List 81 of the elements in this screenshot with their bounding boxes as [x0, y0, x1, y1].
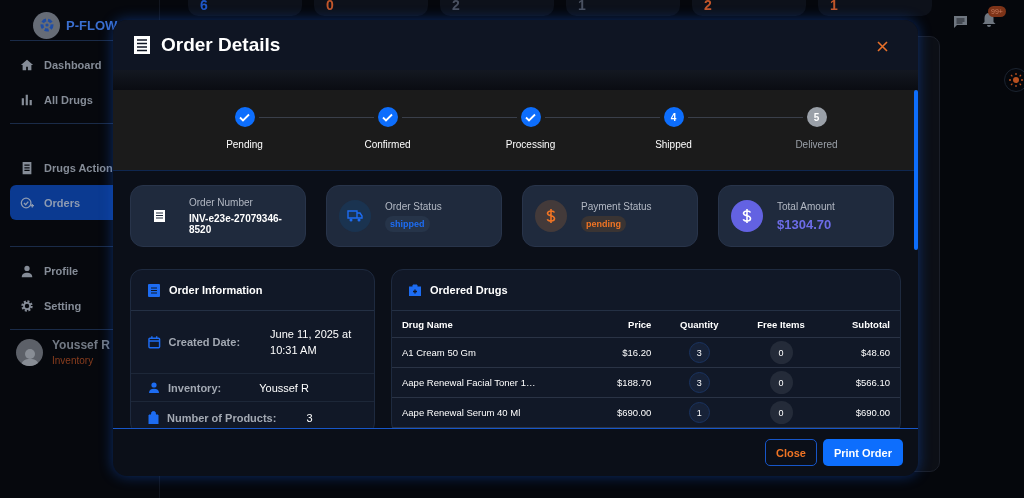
step-label: Pending	[226, 139, 263, 150]
stat-value: 2	[440, 0, 554, 16]
sun-icon[interactable]	[1009, 73, 1023, 87]
sidebar-item[interactable]: Drugs Action	[10, 150, 149, 185]
status-badge: pending	[581, 215, 626, 232]
truck-icon	[339, 200, 371, 232]
chat-icon[interactable]	[953, 14, 968, 29]
bag-icon	[148, 411, 159, 424]
column-header: Free Items	[737, 311, 825, 338]
receipt-icon	[133, 35, 151, 55]
medical-bag-icon	[409, 284, 421, 296]
table-cell: $566.10	[824, 367, 900, 398]
step-number: 5	[806, 107, 827, 127]
dollar-icon	[731, 200, 763, 232]
card-label: Order Status	[385, 200, 442, 212]
close-button[interactable]: Close	[764, 439, 817, 466]
card-label: Total Amount	[777, 200, 835, 212]
chart-icon	[20, 92, 34, 107]
stat-value: 0	[314, 0, 428, 16]
table-cell: $48.60	[824, 337, 900, 368]
sidebar-item[interactable]: Setting	[10, 288, 149, 323]
quantity-badge: 3	[688, 372, 710, 393]
sidebar-item[interactable]: Dashboard	[10, 47, 149, 82]
home-icon	[20, 57, 34, 72]
modal-title: Order Details	[161, 34, 282, 56]
step-label: Confirmed	[364, 139, 411, 150]
stat-value: 6	[188, 0, 302, 16]
sidebar-item[interactable]: All Drugs	[10, 82, 149, 117]
dollar-icon	[535, 200, 567, 232]
column-header: Quantity	[661, 311, 738, 338]
scrollbar[interactable]	[914, 90, 918, 250]
table-cell: $16.20	[590, 337, 662, 368]
user-role: Inventory	[52, 355, 95, 366]
column-header: Drug Name	[392, 311, 591, 338]
quantity-badge: 1	[688, 402, 710, 423]
table-cell: $690.00	[824, 397, 900, 428]
free-items-badge: 0	[769, 341, 793, 364]
info-value: Youssef R	[259, 380, 309, 396]
info-label: Number of Products:	[167, 411, 277, 424]
stat-value: 1	[566, 0, 680, 16]
orders-icon	[20, 195, 34, 210]
table-cell: $188.70	[590, 367, 662, 398]
status-badge: shipped	[385, 215, 430, 232]
card-label: Order Number	[189, 197, 254, 208]
column-header: Price	[590, 311, 662, 338]
step-label: Shipped	[655, 139, 692, 150]
table-cell: A1 Cream 50 Gm	[392, 337, 591, 368]
info-label: Inventory:	[168, 381, 222, 394]
avatar	[16, 338, 43, 366]
panel-title: Ordered Drugs	[430, 284, 508, 296]
free-items-badge: 0	[769, 401, 793, 424]
receipt-icon	[152, 209, 166, 223]
panel-title: Order Information	[169, 284, 263, 296]
calendar-icon	[148, 335, 161, 349]
info-value: 3	[306, 410, 313, 426]
stat-value: 1	[818, 0, 932, 16]
step-label: Delivered	[795, 139, 838, 150]
doc-icon	[20, 160, 34, 175]
stat-value: 2	[692, 0, 806, 16]
info-label: Created Date:	[168, 336, 241, 348]
step-number: 4	[663, 107, 684, 127]
card-label: Payment Status	[581, 200, 652, 212]
person-icon	[148, 381, 160, 394]
app-name: P-FLOW	[66, 17, 118, 33]
free-items-badge: 0	[769, 371, 793, 394]
step-label: Processing	[505, 139, 556, 150]
table-cell: $690.00	[590, 397, 662, 428]
column-header: Subtotal	[824, 311, 900, 338]
logo-icon	[33, 11, 60, 39]
person-icon	[20, 263, 34, 278]
total-amount: $1304.70	[777, 216, 833, 232]
table-cell: Aape Renewal Serum 40 Ml	[392, 397, 591, 428]
quantity-badge: 3	[688, 342, 710, 363]
order-number: INV-e23e-27079346-8520	[189, 213, 283, 235]
list-icon	[148, 283, 160, 297]
table-cell: Aape Renewal Facial Toner 1…	[392, 367, 591, 398]
sidebar-item[interactable]: Profile	[10, 253, 149, 288]
settings-icon	[20, 298, 34, 313]
user-name: Youssef R	[52, 338, 110, 352]
info-value: June 11, 2025 at 10:31 AM	[270, 327, 353, 358]
print-button[interactable]: Print Order	[822, 439, 903, 466]
